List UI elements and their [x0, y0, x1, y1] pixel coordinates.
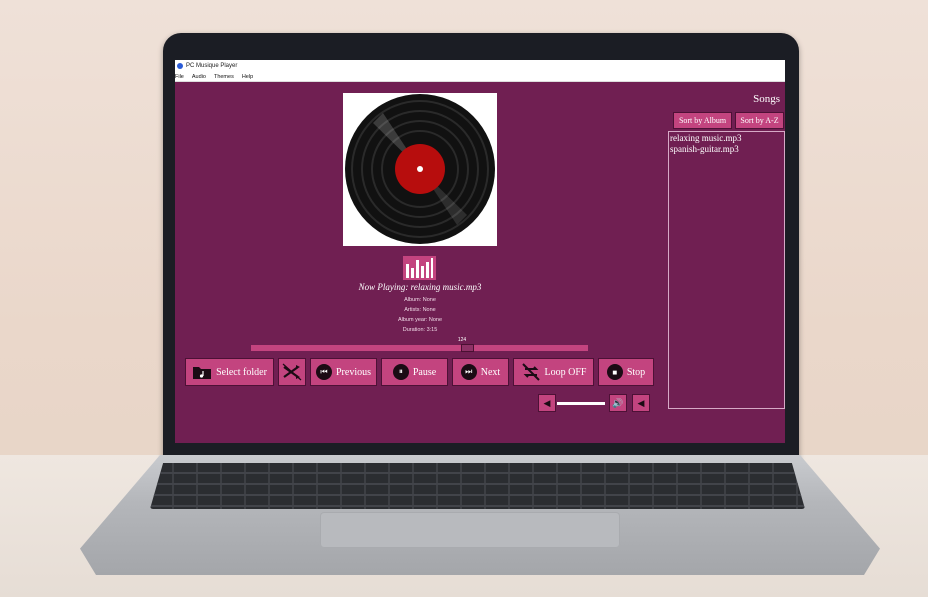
vinyl-record-icon [345, 94, 495, 244]
volume-up-button[interactable]: 🔊 [609, 394, 627, 412]
songs-title: Songs [753, 93, 780, 105]
folder-music-icon [192, 364, 212, 380]
duration-label: Duration: 3:15 [402, 327, 438, 333]
mute-icon: ◀ [637, 397, 645, 408]
loop-label: Loop OFF [544, 366, 587, 378]
app-icon [177, 63, 183, 69]
loop-button[interactable]: Loop OFF [513, 358, 594, 386]
album-label: Album: None [404, 297, 436, 303]
list-item[interactable]: spanish-guitar.mp3 [670, 144, 784, 155]
speaker-icon: 🔊 [612, 397, 624, 408]
artists-label: Artists: None [404, 307, 436, 313]
stop-button[interactable]: ■ Stop [598, 358, 654, 386]
menu-themes[interactable]: Themes [214, 74, 234, 80]
laptop-trackpad [320, 512, 620, 548]
menu-audio[interactable]: Audio [192, 74, 206, 80]
pause-label: Pause [412, 366, 437, 378]
mute-button[interactable]: ◀ [632, 394, 650, 412]
window-title: PC Musique Player [186, 63, 238, 69]
menu-help[interactable]: Help [242, 74, 253, 80]
menu-file[interactable]: File [175, 74, 184, 80]
album-art [343, 93, 497, 246]
pause-button[interactable]: ⏸ Pause [381, 358, 448, 386]
volume-down-icon: ◀ [543, 397, 551, 408]
pause-icon: ⏸ [392, 364, 409, 380]
now-playing-label: Now Playing: relaxing music.mp3 [358, 282, 482, 292]
select-folder-label: Select folder [216, 366, 267, 378]
previous-icon: ⏮ [316, 364, 332, 380]
next-button[interactable]: ⏭ Next [452, 358, 509, 386]
stop-icon: ■ [606, 364, 623, 380]
shuffle-toggle-button[interactable] [278, 358, 306, 386]
loop-off-icon [521, 363, 541, 381]
app-window: PC Musique Player File Audio Themes Help [175, 60, 785, 443]
album-year-label: Album year: None [397, 317, 443, 323]
laptop-keyboard [150, 463, 805, 509]
previous-button[interactable]: ⏮ Previous [310, 358, 377, 386]
title-bar: PC Musique Player [175, 60, 785, 72]
select-folder-button[interactable]: Select folder [185, 358, 274, 386]
volume-down-button[interactable]: ◀ [538, 394, 556, 412]
songs-list[interactable]: relaxing music.mp3 spanish-guitar.mp3 [668, 131, 785, 409]
stop-label: Stop [626, 366, 646, 378]
no-shuffle-icon [282, 363, 302, 381]
sort-by-album-button[interactable]: Sort by Album [673, 112, 732, 129]
sort-by-az-button[interactable]: Sort by A-Z [735, 112, 784, 129]
next-label: Next [480, 366, 501, 378]
progress-handle[interactable] [460, 344, 474, 352]
menu-bar: File Audio Themes Help [175, 72, 785, 82]
previous-label: Previous [336, 366, 371, 378]
progress-value-label: 124 [457, 337, 467, 343]
progress-slider[interactable] [251, 344, 588, 352]
next-icon: ⏭ [460, 364, 477, 380]
list-item[interactable]: relaxing music.mp3 [670, 133, 784, 144]
equalizer-icon [403, 256, 436, 280]
volume-slider[interactable] [557, 402, 605, 405]
